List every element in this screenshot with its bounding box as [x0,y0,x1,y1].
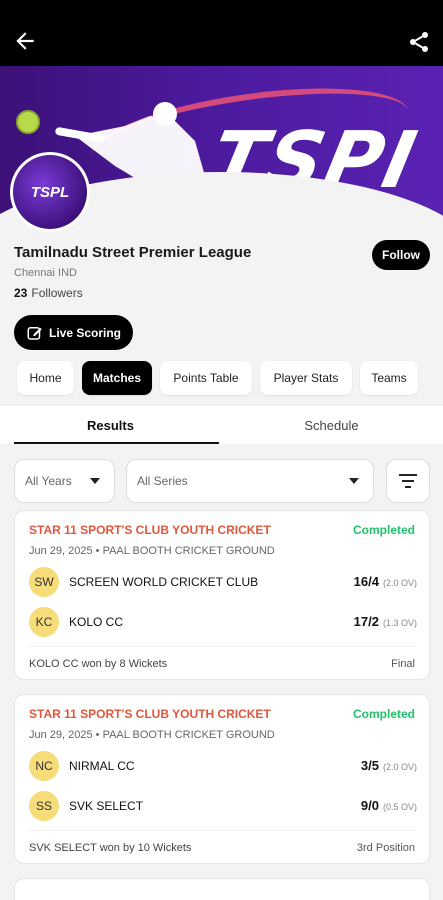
league-logo: TSPL [10,152,90,232]
filters-row: All Years All Series [14,459,430,503]
match-result: KOLO CC won by 8 Wickets [29,658,168,670]
series-dropdown-value: All Series [137,474,188,488]
score-value: 16/4 [353,574,379,589]
live-scoring-label: Live Scoring [48,325,122,340]
match-status: Completed [352,523,415,537]
overs-value: (2.0 OV) [382,762,417,772]
subtab-results[interactable]: Results [0,406,221,444]
tab-home[interactable]: Home [17,361,74,395]
filter-button[interactable] [386,459,430,503]
followers-label: Followers [31,286,83,300]
chevron-down-icon [90,478,100,484]
series-dropdown[interactable]: All Series [126,459,374,503]
team-row: KC KOLO CC 17/2 (1.3 OV) [29,607,417,637]
cricket-ball-icon [16,110,40,134]
team-score: 17/2 (1.3 OV) [354,614,417,629]
match-meta: Jun 29, 2025 • PAAL BOOTH CRICKET GROUND [29,729,275,741]
team-badge: SS [29,791,59,821]
league-name: Tamilnadu Street Premier League [14,244,252,261]
match-meta: Jun 29, 2025 • PAAL BOOTH CRICKET GROUND [29,545,275,557]
match-result: SVK SELECT won by 10 Wickets [29,842,192,854]
team-row: SW SCREEN WORLD CRICKET CLUB 16/4 (2.0 OV… [29,567,417,597]
team-score: 16/4 (2.0 OV) [354,574,417,589]
tab-matches[interactable]: Matches [82,361,152,395]
match-stage: Final [391,658,415,670]
team-name: NIRMAL CC [69,759,135,773]
match-card-partial [14,878,430,900]
chevron-down-icon [349,478,359,484]
live-scoring-button[interactable]: Live Scoring [14,315,133,350]
team-row: NC NIRMAL CC 3/5 (2.0 OV) [29,751,417,781]
follow-button[interactable]: Follow [372,240,430,270]
team-name: KOLO CC [69,615,124,629]
match-stage: 3rd Position [356,842,415,854]
top-bar [0,0,443,66]
years-dropdown[interactable]: All Years [14,459,115,503]
section-tabs: Home Matches Points Table Player Stats T… [17,361,418,395]
league-logo-text: TSPL [13,155,87,229]
arrow-left-icon[interactable] [12,28,38,54]
match-card[interactable]: STAR 11 SPORT'S CLUB YOUTH CRICKET Compl… [14,694,430,864]
team-score: 9/0 (0.5 OV) [361,798,417,813]
overs-value: (2.0 OV) [382,578,417,588]
match-subtabs: Results Schedule [0,406,443,444]
tab-teams[interactable]: Teams [360,361,418,395]
score-value: 9/0 [360,798,379,813]
filter-icon [399,474,417,488]
tab-points-table[interactable]: Points Table [160,361,252,395]
years-dropdown-value: All Years [25,474,72,488]
team-badge: NC [29,751,59,781]
team-name: SVK SELECT [69,799,144,813]
followers-info: 23 Followers [14,286,83,300]
team-score: 3/5 (2.0 OV) [361,758,417,773]
overs-value: (0.5 OV) [382,802,417,812]
score-value: 3/5 [360,758,379,773]
league-location: Chennai IND [14,267,77,279]
match-card[interactable]: STAR 11 SPORT'S CLUB YOUTH CRICKET Compl… [14,510,430,680]
score-value: 17/2 [353,614,379,629]
edit-icon [27,326,42,340]
overs-value: (1.3 OV) [382,618,417,628]
team-badge: KC [29,607,59,637]
team-name: SCREEN WORLD CRICKET CLUB [69,575,259,589]
subtab-schedule[interactable]: Schedule [221,406,442,444]
match-status: Completed [352,707,415,721]
match-series: STAR 11 SPORT'S CLUB YOUTH CRICKET [29,707,271,721]
share-icon[interactable] [407,30,431,54]
tab-player-stats[interactable]: Player Stats [260,361,352,395]
card-divider [29,830,415,831]
team-badge: SW [29,567,59,597]
followers-count: 23 [14,286,28,300]
match-series: STAR 11 SPORT'S CLUB YOUTH CRICKET [29,523,271,537]
team-row: SS SVK SELECT 9/0 (0.5 OV) [29,791,417,821]
card-divider [29,646,415,647]
